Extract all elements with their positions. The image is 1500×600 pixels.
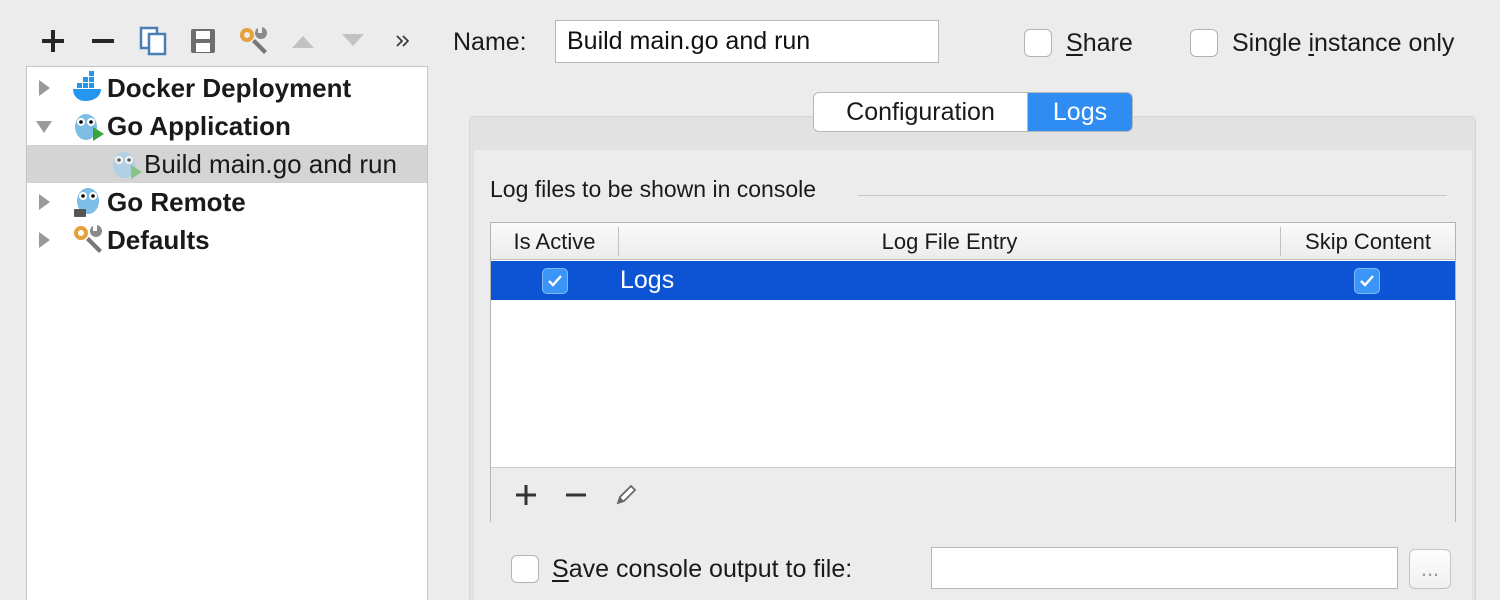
edit-log-button[interactable] (601, 475, 651, 515)
save-icon (191, 29, 215, 53)
plus-icon (516, 485, 536, 505)
wrench-icon (74, 225, 102, 253)
expand-arrow-icon[interactable] (35, 231, 53, 249)
tree-item-label: Build main.go and run (144, 148, 397, 179)
save-console-label: Save console output to file: (552, 555, 852, 584)
wrench-icon (240, 27, 267, 54)
double-chevron-right-icon (396, 35, 410, 47)
tab-bar: Configuration Logs (813, 92, 1133, 132)
gopher-run-icon (75, 114, 104, 141)
section-divider (858, 195, 1447, 196)
tab-logs[interactable]: Logs (1028, 93, 1132, 131)
gopher-run-icon (113, 152, 142, 179)
arrow-up-icon (292, 36, 314, 48)
column-header-is-active[interactable]: Is Active (491, 223, 618, 260)
tree-item-label: Go Application (107, 110, 291, 141)
tree-item-label: Defaults (107, 224, 210, 255)
save-configuration-button[interactable] (178, 22, 228, 60)
table-toolbar (491, 467, 1455, 522)
tree-item-build-main-go-and-run[interactable]: Build main.go and run (27, 145, 427, 183)
single-instance-checkbox[interactable] (1190, 29, 1218, 57)
arrow-down-icon (342, 34, 364, 46)
table-header: Is Active Log File Entry Skip Content (491, 223, 1455, 260)
share-label-rest: hare (1082, 29, 1133, 57)
table-row[interactable]: Logs (491, 261, 1455, 300)
plus-icon (42, 30, 64, 52)
share-mnemonic: S (1066, 29, 1083, 57)
is-active-checkbox[interactable] (542, 268, 568, 294)
expand-arrow-icon[interactable] (35, 193, 53, 211)
edit-defaults-button[interactable] (228, 22, 278, 60)
tree-item-go-remote[interactable]: Go Remote (27, 183, 427, 221)
tree-item-label: Go Remote (107, 186, 246, 217)
log-files-section-title: Log files to be shown in console (490, 176, 831, 203)
single-instance-label: Single instance only (1232, 29, 1454, 58)
single-instance-label-rest: nstance only (1314, 29, 1455, 57)
column-header-skip-content[interactable]: Skip Content (1281, 223, 1455, 260)
minus-icon (92, 39, 114, 43)
browse-button[interactable]: ... (1409, 549, 1451, 589)
move-up-button[interactable] (278, 22, 328, 60)
move-down-button[interactable] (328, 22, 378, 60)
log-file-entry-cell: Logs (620, 266, 675, 294)
log-files-table[interactable]: Is Active Log File Entry Skip Content Lo… (490, 222, 1456, 522)
remove-log-button[interactable] (551, 475, 601, 515)
tree-item-go-application[interactable]: Go Application (27, 107, 427, 145)
name-label: Name: (453, 28, 527, 56)
more-actions-button[interactable] (378, 22, 428, 60)
copy-icon (139, 26, 167, 56)
share-label: Share (1066, 29, 1133, 58)
add-configuration-button[interactable] (28, 22, 78, 60)
docker-icon (73, 71, 101, 101)
single-instance-label-pre: Single (1232, 29, 1309, 57)
expand-arrow-icon[interactable] (35, 79, 53, 97)
skip-content-checkbox[interactable] (1354, 268, 1380, 294)
save-console-label-rest: ave console output to file: (568, 555, 853, 583)
save-console-mnemonic: S (552, 555, 569, 583)
checkmark-icon (548, 275, 562, 287)
save-console-checkbox[interactable] (511, 555, 539, 583)
minus-icon (566, 493, 586, 497)
configuration-tree[interactable]: Docker Deployment Go Application Build m… (26, 66, 428, 600)
remove-configuration-button[interactable] (78, 22, 128, 60)
tab-configuration[interactable]: Configuration (814, 93, 1028, 131)
share-checkbox[interactable] (1024, 29, 1052, 57)
checkmark-icon (1360, 275, 1374, 287)
collapse-arrow-icon[interactable] (35, 118, 53, 136)
console-output-path-input[interactable] (931, 547, 1398, 589)
tree-item-defaults[interactable]: Defaults (27, 221, 427, 259)
name-input[interactable]: Build main.go and run (555, 20, 939, 63)
pencil-icon (616, 484, 637, 505)
tree-item-label: Docker Deployment (107, 72, 352, 103)
run-config-toolbar (28, 22, 428, 60)
add-log-button[interactable] (501, 475, 551, 515)
copy-configuration-button[interactable] (128, 22, 178, 60)
gopher-remote-icon (74, 188, 99, 217)
column-header-log-file-entry[interactable]: Log File Entry (619, 223, 1280, 260)
tree-item-docker-deployment[interactable]: Docker Deployment (27, 69, 427, 107)
